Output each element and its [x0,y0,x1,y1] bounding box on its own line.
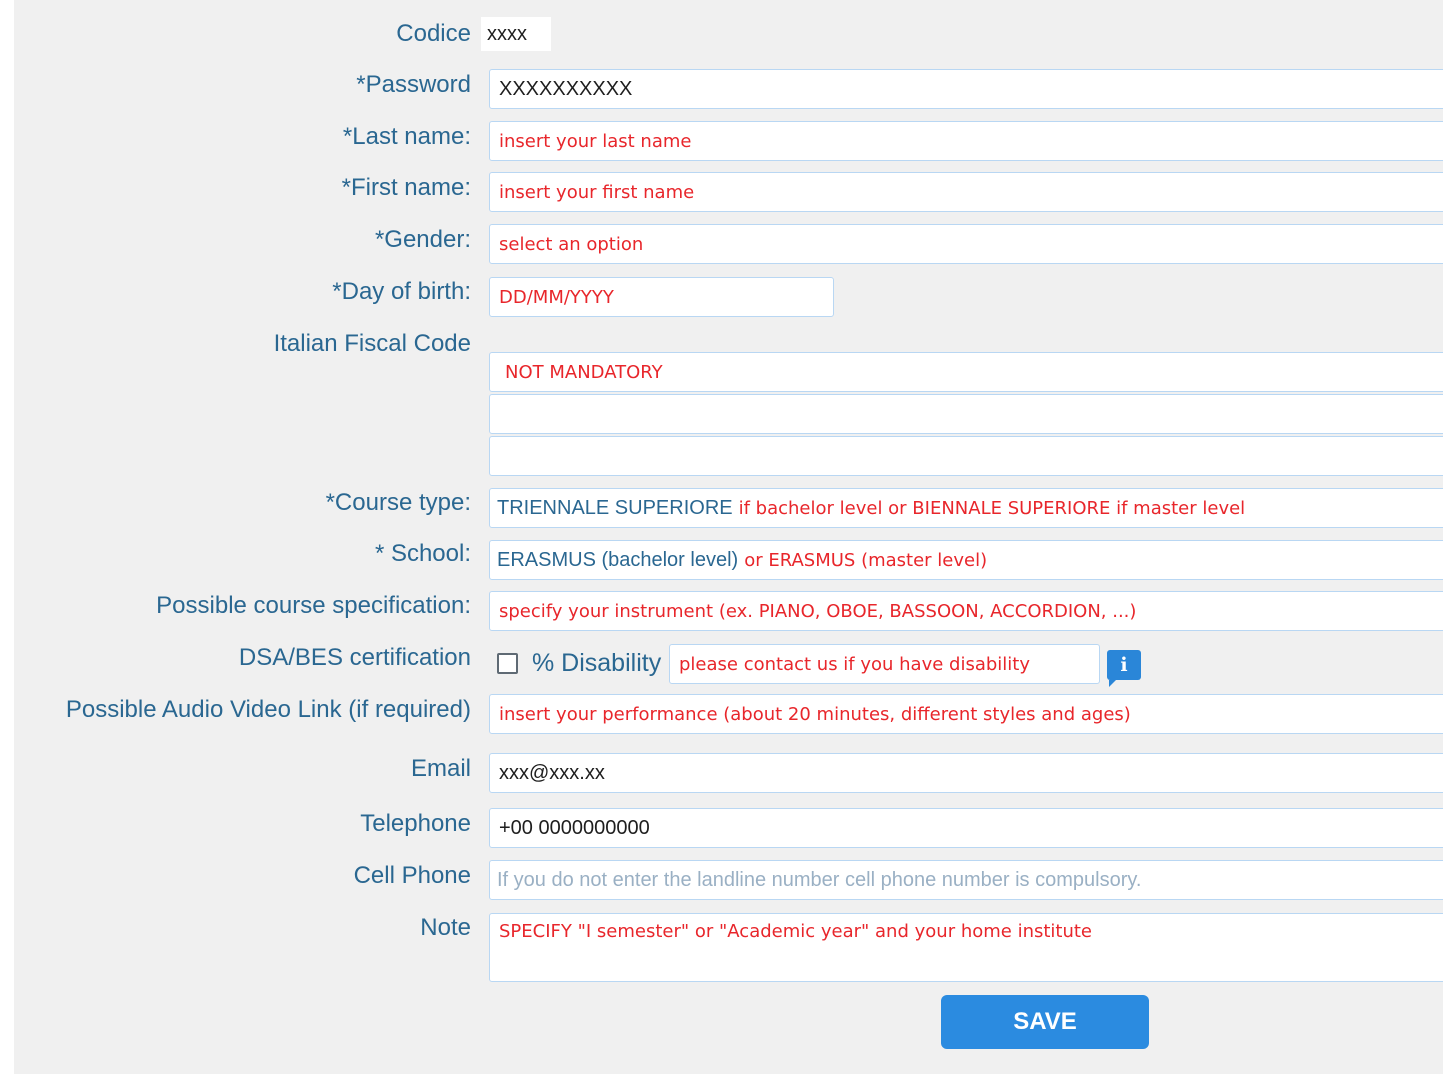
save-button[interactable]: SAVE [941,995,1149,1049]
course-type-label: *Course type: [325,489,471,516]
disability-label: % Disability [532,649,662,677]
course-type-field[interactable]: TRIENNALE SUPERIORE if bachelor level or … [489,488,1443,528]
email-field[interactable]: xxx@xxx.xx [489,753,1443,793]
fiscal-code-field-1[interactable]: NOT MANDATORY [489,352,1443,392]
cell-phone-field[interactable]: If you do not enter the landline number … [489,860,1443,900]
dsa-checkbox[interactable] [497,653,518,674]
telephone-label: Telephone [360,810,471,837]
birth-date-label: *Day of birth: [332,278,471,305]
fiscal-code-field-2[interactable] [489,394,1443,434]
password-label: *Password [356,71,471,98]
codice-label: Codice [396,20,471,47]
note-label: Note [420,914,471,941]
course-specification-field[interactable]: specify your instrument (ex. PIANO, OBOE… [489,591,1443,631]
last-name-label: *Last name: [342,123,471,150]
telephone-field[interactable]: +00 0000000000 [489,808,1443,848]
first-name-field[interactable]: insert your first name [489,172,1443,212]
dsa-certification-label: DSA/BES certification [238,644,471,671]
school-highlight: ERASMUS (bachelor level) [497,548,739,571]
info-icon[interactable]: i [1107,650,1141,687]
school-field[interactable]: ERASMUS (bachelor level) or ERASMUS (mast… [489,540,1443,580]
course-specification-label: Possible course specification: [156,592,471,619]
gender-select[interactable]: select an option [489,224,1443,264]
password-field[interactable]: XXXXXXXXXX [489,69,1443,109]
fiscal-code-field-3[interactable] [489,436,1443,476]
fiscal-code-label: Italian Fiscal Code [273,330,471,357]
first-name-label: *First name: [341,174,471,201]
gender-label: *Gender: [374,226,471,253]
email-label: Email [410,755,471,782]
birth-date-field[interactable]: DD/MM/YYYY [489,277,834,317]
codice-value: xxxx [481,17,551,51]
last-name-field[interactable]: insert your last name [489,121,1443,161]
course-type-highlight: TRIENNALE SUPERIORE [497,496,733,519]
av-link-label: Possible Audio Video Link (if required) [65,696,471,723]
school-label: * School: [374,540,471,567]
note-textarea[interactable]: SPECIFY "I semester" or "Academic year" … [489,913,1443,982]
course-type-hint: if bachelor level or BIENNALE SUPERIORE … [738,497,1246,519]
cell-phone-label: Cell Phone [353,862,471,889]
school-hint: or ERASMUS (master level) [744,549,988,571]
disability-field[interactable]: please contact us if you have disability [669,644,1100,684]
av-link-field[interactable]: insert your performance (about 20 minute… [489,694,1443,734]
